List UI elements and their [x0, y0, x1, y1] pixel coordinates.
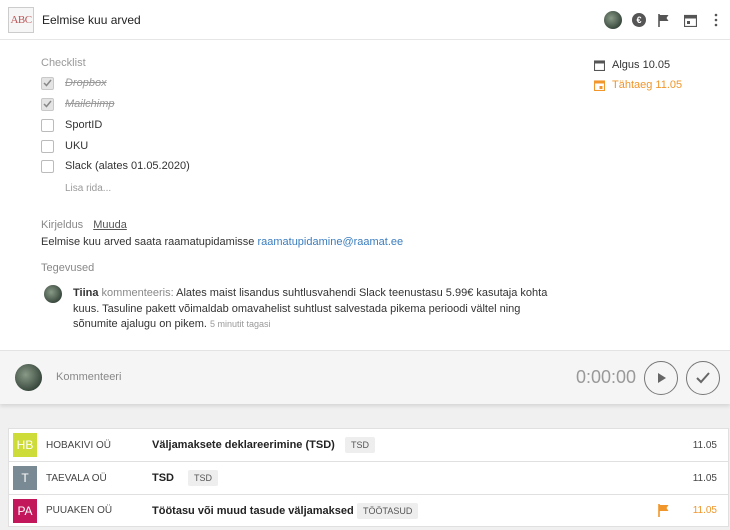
checklist-item-text: Slack (alates 01.05.2020)	[65, 160, 190, 172]
task-dates: Algus 10.05 Tähtaeg 11.05	[594, 57, 682, 97]
task-tag: TSD	[188, 470, 218, 486]
activity-item: Tiina kommenteeris: Alates maist lisandu…	[73, 286, 563, 333]
add-checklist-row[interactable]: Lisa rida...	[65, 183, 111, 194]
flag-icon[interactable]	[656, 12, 672, 28]
task-company: PUUAKEN OÜ	[46, 505, 113, 516]
task-row[interactable]: T TAEVALA OÜ TSD TSD 11.05	[8, 461, 729, 494]
task-tag: TSD	[345, 437, 375, 453]
more-vertical-icon[interactable]	[708, 12, 724, 28]
header-actions: €	[604, 0, 724, 40]
checkbox[interactable]	[41, 159, 54, 173]
task-company: TAEVALA OÜ	[46, 472, 107, 484]
task-row[interactable]: PA PUUAKEN OÜ Töötasu või muud tasude vä…	[8, 494, 729, 527]
checklist-item[interactable]: UKU	[41, 138, 88, 154]
task-date: 11.05	[692, 472, 717, 484]
comment-bar: Kommenteeri 0:00:00	[0, 350, 730, 404]
activity-timestamp: 5 minutit tagasi	[209, 319, 271, 329]
company-badge: HB	[13, 433, 37, 457]
checklist-item-text: Dropbox	[65, 77, 107, 89]
checklist-item[interactable]: Dropbox	[41, 75, 107, 91]
task-name: TSD	[152, 472, 174, 484]
calendar-icon	[594, 79, 605, 91]
task-date: 11.05	[692, 505, 717, 516]
task-row[interactable]: HB HOBAKIVI OÜ Väljamaksete deklareerimi…	[8, 428, 729, 461]
euro-icon[interactable]: €	[632, 13, 646, 27]
task-tag: TÖÖTASUD	[357, 502, 419, 519]
activities-label: Tegevused	[41, 262, 95, 274]
task-date: 11.05	[692, 439, 717, 451]
task-company: HOBAKIVI OÜ	[46, 439, 112, 451]
calendar-icon	[594, 59, 605, 71]
task-header: ABC Eelmise kuu arved €	[0, 0, 730, 40]
company-badge: PA	[13, 499, 37, 523]
description-label: Kirjeldus	[41, 219, 84, 231]
flag-icon[interactable]	[658, 504, 670, 517]
email-link[interactable]: raamatupidamine@raamat.ee	[257, 236, 403, 248]
start-date-text: Algus 10.05	[612, 59, 671, 71]
checkbox[interactable]	[41, 118, 54, 132]
checklist-item-text: UKU	[65, 140, 89, 152]
start-date[interactable]: Algus 10.05	[594, 57, 682, 73]
checklist-item[interactable]: SportID	[41, 117, 102, 133]
checklist-item[interactable]: Slack (alates 01.05.2020)	[41, 158, 190, 174]
calendar-icon[interactable]	[682, 12, 698, 28]
avatar	[15, 364, 42, 391]
comment-input[interactable]: Kommenteeri	[56, 371, 121, 383]
checklist-item-text: SportID	[65, 119, 103, 131]
avatar	[44, 285, 62, 303]
activity-author[interactable]: Tiina	[73, 287, 98, 299]
task-name: Väljamaksete deklareerimine (TSD)	[152, 439, 335, 451]
checkbox[interactable]	[41, 139, 54, 153]
play-button[interactable]	[644, 361, 678, 395]
description-header: Kirjeldus Muuda	[41, 219, 127, 231]
play-icon	[658, 373, 666, 383]
description-body: Eelmise kuu arved saata raamatupidamisse	[41, 236, 255, 248]
check-icon	[696, 372, 710, 384]
due-date-text: Tähtaeg 11.05	[612, 79, 683, 91]
assignee-avatar[interactable]	[604, 11, 622, 29]
checklist-item[interactable]: Mailchimp	[41, 96, 115, 112]
activity-verb: kommenteeris:	[101, 287, 174, 299]
due-date[interactable]: Tähtaeg 11.05	[594, 77, 682, 93]
description-text: Eelmise kuu arved saata raamatupidamisse…	[41, 236, 403, 248]
task-title[interactable]: Eelmise kuu arved	[42, 13, 141, 27]
task-list: HB HOBAKIVI OÜ Väljamaksete deklareerimi…	[8, 428, 729, 527]
checklist-item-text: Mailchimp	[65, 98, 115, 110]
timer-display: 0:00:00	[576, 367, 637, 387]
task-name: Töötasu või muud tasude väljamaksed	[152, 504, 354, 517]
checkbox[interactable]	[41, 97, 54, 111]
edit-description-link[interactable]: Muuda	[93, 219, 127, 231]
company-badge: T	[13, 466, 37, 490]
complete-button[interactable]	[686, 361, 720, 395]
checklist-label: Checklist	[41, 57, 86, 69]
company-logo: ABC	[8, 6, 34, 33]
task-detail-card: ABC Eelmise kuu arved € Checklist Dropbo…	[0, 0, 730, 404]
checkbox[interactable]	[41, 76, 54, 90]
